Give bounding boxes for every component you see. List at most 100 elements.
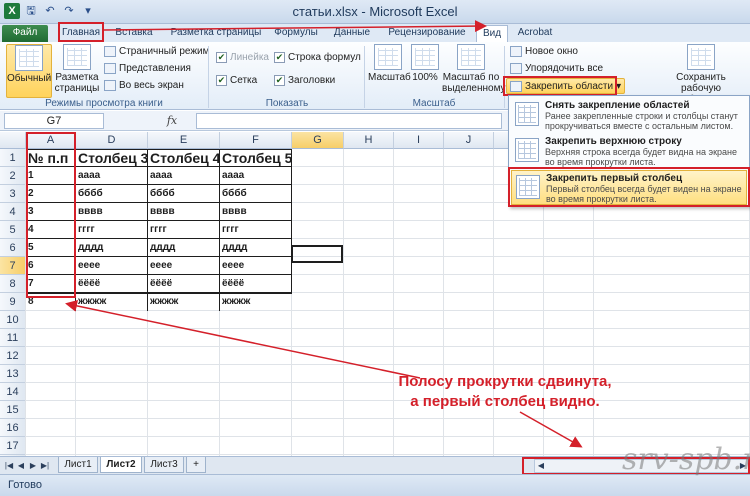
menu-item-description: Ранее закрепленные строки и столбцы стан… [545, 111, 738, 131]
normal-view-icon [15, 45, 43, 71]
insert-sheet-icon[interactable]: + [186, 457, 206, 473]
annotation-line-2: а первый столбец видно. [410, 393, 600, 410]
new-window-button[interactable]: Новое окно [510, 46, 578, 57]
zoom-button[interactable]: Масштаб [368, 44, 411, 98]
freeze-button-highlight [503, 76, 617, 96]
tab-view[interactable]: Вид [476, 25, 508, 42]
ruler-check-icon: ✔ [216, 52, 227, 63]
row-header[interactable]: 4 [0, 203, 26, 221]
headings-check-icon: ✔ [274, 75, 285, 86]
freeze-top-row-icon [515, 138, 539, 162]
title-bar: X 🖫 ↶ ↷ ▾ статьи.xlsx - Microsoft Excel [0, 0, 750, 24]
active-cell-g7[interactable] [291, 245, 343, 263]
row-header[interactable]: 12 [0, 347, 26, 365]
column-header[interactable]: J [444, 132, 494, 149]
tab-formulas[interactable]: Формулы [270, 25, 322, 42]
ribbon-separator [364, 46, 365, 108]
annotation-line-1: Полосу прокрутки сдвинута, [398, 373, 612, 390]
row-header[interactable]: 10 [0, 311, 26, 329]
row-header[interactable]: 2 [0, 167, 26, 185]
tab-acrobat[interactable]: Acrobat [512, 25, 558, 42]
row-header[interactable]: 1 [0, 149, 26, 167]
row-header[interactable]: 14 [0, 383, 26, 401]
prev-sheet-icon[interactable]: ◀ [16, 460, 26, 472]
sheet-tab-1[interactable]: Лист1 [58, 457, 98, 473]
grid-line [26, 346, 750, 347]
tab-review[interactable]: Рецензирование [382, 25, 472, 42]
row-header[interactable]: 5 [0, 221, 26, 239]
full-screen-icon [104, 80, 116, 91]
page-break-icon [104, 46, 116, 57]
freeze-first-column-highlight [508, 167, 750, 207]
tab-page-layout[interactable]: Разметка страницы [164, 25, 268, 42]
show-group-label: Показать [265, 98, 309, 109]
headings-checkbox[interactable]: ✔ Заголовки [274, 75, 335, 86]
last-sheet-icon[interactable]: ▶| [40, 460, 50, 472]
grid-line [343, 149, 344, 456]
custom-views-button[interactable]: Представления [104, 63, 191, 74]
row-header[interactable]: 11 [0, 329, 26, 347]
normal-view-button[interactable]: Обычный [6, 44, 52, 98]
row-header[interactable]: 9 [0, 293, 26, 311]
menu-item-description: Верхняя строка всегда будет видна на экр… [545, 147, 737, 167]
row-header[interactable]: 16 [0, 419, 26, 437]
grid-line [26, 364, 750, 365]
page-break-view-button[interactable]: Страничный режим [104, 46, 209, 57]
sheet-tab-2[interactable]: Лист2 [100, 457, 142, 473]
status-bar: Готово [0, 474, 750, 496]
ribbon-separator [208, 46, 209, 108]
column-header[interactable]: G [292, 132, 344, 149]
zoom-group-label: Масштаб [412, 98, 456, 109]
row-header[interactable]: 13 [0, 365, 26, 383]
save-workspace-icon [687, 44, 715, 70]
zoom-100-button[interactable]: 100% [410, 44, 440, 98]
zoom-to-selection-button[interactable]: Масштаб по выделенному [442, 44, 506, 98]
magnifier-icon [374, 44, 402, 70]
page-layout-icon [63, 44, 91, 70]
ruler-checkbox[interactable]: ✔ Линейка [216, 52, 269, 63]
page-layout-view-button[interactable]: Разметка страницы [54, 44, 100, 98]
sheet-tab-3[interactable]: Лист3 [144, 457, 184, 473]
column-a-highlight [26, 132, 76, 298]
custom-views-icon [104, 63, 116, 74]
ribbon-tabs: Файл Главная Вставка Разметка страницы Ф… [0, 24, 750, 42]
watermark: srv-spb.ru [622, 442, 750, 477]
select-all-corner[interactable] [0, 132, 26, 149]
arrange-all-button[interactable]: Упорядочить все [510, 63, 603, 74]
save-workspace-button[interactable]: Сохранить рабочую область [666, 44, 736, 105]
column-header[interactable]: I [394, 132, 444, 149]
column-header[interactable]: E [148, 132, 220, 149]
tab-data[interactable]: Данные [328, 25, 376, 42]
tab-file[interactable]: Файл [2, 25, 48, 42]
row-header[interactable]: 15 [0, 401, 26, 419]
column-header[interactable]: H [344, 132, 394, 149]
unfreeze-icon [515, 102, 539, 126]
formula-bar-checkbox[interactable]: ✔ Строка формул [274, 52, 361, 63]
column-header[interactable]: F [220, 132, 292, 149]
freeze-top-row-item[interactable]: Закрепить верхнюю строку Верхняя строка … [511, 134, 747, 169]
table-cell[interactable]: жжжж [148, 293, 220, 311]
table-cell[interactable]: жжжж [220, 293, 292, 311]
row-header[interactable]: 7 [0, 257, 26, 275]
annotation-text: Полосу прокрутки сдвинута, а первый стол… [380, 372, 630, 412]
row-header[interactable]: 6 [0, 239, 26, 257]
status-text: Готово [8, 479, 42, 491]
table-cell[interactable]: жжжж [76, 293, 148, 311]
next-sheet-icon[interactable]: ▶ [28, 460, 38, 472]
gridlines-check-icon: ✔ [216, 75, 227, 86]
home-tab-highlight [58, 22, 104, 42]
gridlines-checkbox[interactable]: ✔ Сетка [216, 75, 257, 86]
fx-icon[interactable]: fx [150, 113, 194, 129]
row-header[interactable]: 8 [0, 275, 26, 293]
row-header[interactable]: 17 [0, 437, 26, 455]
row-header[interactable]: 3 [0, 185, 26, 203]
name-box[interactable]: G7 [4, 113, 104, 129]
tab-insert[interactable]: Вставка [108, 25, 160, 42]
window-title: статьи.xlsx - Microsoft Excel [292, 4, 458, 19]
first-sheet-icon[interactable]: |◀ [4, 460, 14, 472]
unfreeze-panes-item[interactable]: Снять закрепление областей Ранее закрепл… [511, 98, 747, 133]
formula-input[interactable] [196, 113, 502, 129]
column-header[interactable]: D [76, 132, 148, 149]
full-screen-button[interactable]: Во весь экран [104, 80, 184, 91]
menu-item-title: Закрепить верхнюю строку [545, 136, 682, 147]
